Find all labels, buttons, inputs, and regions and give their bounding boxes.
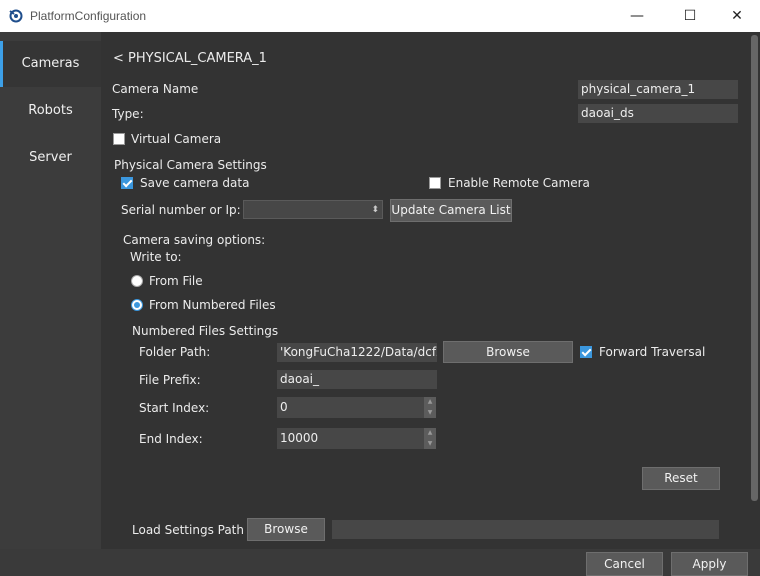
virtual-camera-checkbox[interactable] [113,133,125,145]
chevron-up-icon[interactable]: ▲ [424,397,436,408]
type-label: Type: [112,107,144,121]
updown-arrows-icon: ⬍ [371,205,379,215]
sidebar: Cameras Robots Server [0,32,101,576]
apply-button[interactable]: Apply [671,552,748,576]
load-settings-browse-button[interactable]: Browse [247,518,325,541]
physical-settings-heading: Physical Camera Settings [114,158,267,172]
save-camera-data-label: Save camera data [140,176,250,190]
scrollbar-thumb[interactable] [751,35,758,501]
back-link[interactable]: < PHYSICAL_CAMERA_1 [113,51,267,66]
close-button[interactable]: ✕ [714,0,760,32]
camera-name-label: Camera Name [112,82,199,96]
saving-options-label: Camera saving options: [123,233,266,247]
dialog-button-bar: Cancel Apply [0,549,760,576]
end-index-stepper[interactable]: 10000 ▲ ▼ [277,428,436,449]
start-index-value: 0 [280,400,288,414]
stepper-arrows[interactable]: ▲ ▼ [424,428,436,449]
enable-remote-camera-label: Enable Remote Camera [448,176,590,190]
reset-button[interactable]: Reset [642,467,720,490]
title-bar: PlatformConfiguration — ☐ ✕ [0,0,760,32]
folder-path-field[interactable]: 'KongFuCha1222/Data/dcf2 [277,343,437,362]
serial-select[interactable]: ⬍ [243,200,383,219]
stepper-arrows[interactable]: ▲ ▼ [424,397,436,418]
file-prefix-label: File Prefix: [139,373,201,387]
from-file-label: From File [149,274,203,288]
chevron-down-icon[interactable]: ▼ [424,439,436,450]
load-settings-path-field[interactable] [332,520,719,539]
virtual-camera-label: Virtual Camera [131,132,222,146]
camera-name-field[interactable]: physical_camera_1 [578,80,738,99]
enable-remote-camera-checkbox[interactable] [429,177,441,189]
close-icon: ✕ [731,8,743,24]
update-camera-list-button[interactable]: Update Camera List [390,199,512,222]
chevron-up-icon[interactable]: ▲ [424,428,436,439]
chevron-down-icon[interactable]: ▼ [424,408,436,419]
sidebar-item-robots[interactable]: Robots [0,88,101,134]
folder-browse-button[interactable]: Browse [443,341,573,363]
maximize-button[interactable]: ☐ [667,0,713,32]
type-field[interactable]: daoai_ds [578,104,738,123]
minimize-icon: — [630,8,644,24]
end-index-value: 10000 [280,431,319,445]
from-numbered-files-radio[interactable] [131,299,143,311]
from-file-radio[interactable] [131,275,143,287]
forward-traversal-label: Forward Traversal [599,345,706,359]
sidebar-item-cameras[interactable]: Cameras [0,41,101,87]
window-title: PlatformConfiguration [30,9,147,23]
load-settings-label: Load Settings Path [132,523,244,537]
from-numbered-files-label: From Numbered Files [149,298,276,312]
file-prefix-field[interactable]: daoai_ [277,370,437,389]
sidebar-item-server[interactable]: Server [0,135,101,181]
save-camera-data-checkbox[interactable] [121,177,133,189]
numbered-files-heading: Numbered Files Settings [132,324,279,338]
cancel-button[interactable]: Cancel [586,552,663,576]
serial-label: Serial number or Ip: [121,203,241,217]
app-logo-icon [9,9,23,23]
start-index-label: Start Index: [139,401,210,415]
forward-traversal-checkbox[interactable] [580,346,592,358]
write-to-label: Write to: [130,250,182,264]
maximize-icon: ☐ [683,8,697,24]
vertical-scrollbar[interactable] [749,32,760,549]
folder-path-label: Folder Path: [139,345,211,359]
start-index-stepper[interactable]: 0 ▲ ▼ [277,397,436,418]
minimize-button[interactable]: — [614,0,660,32]
end-index-label: End Index: [139,432,203,446]
